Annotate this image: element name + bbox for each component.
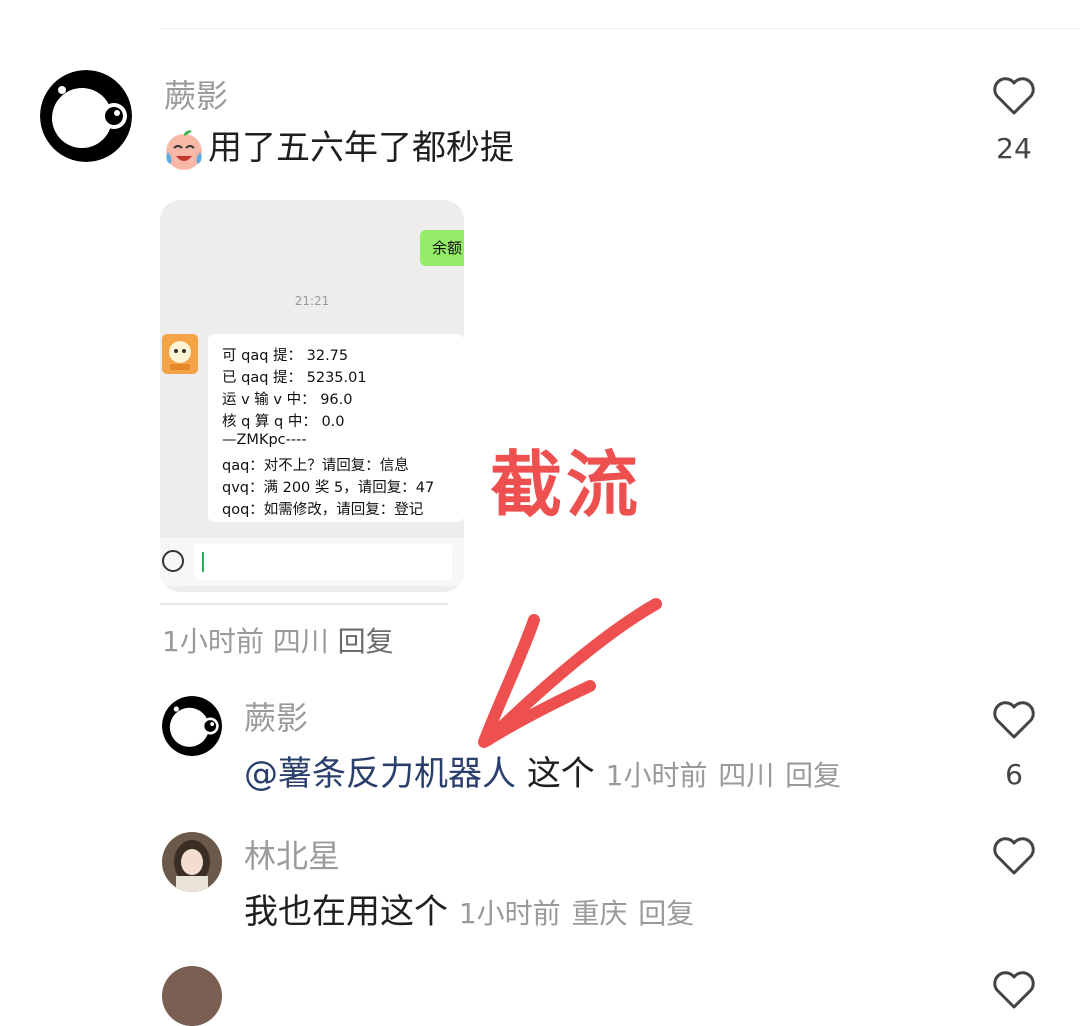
bot-message-line: —ZMKpc---- xyxy=(222,432,307,448)
comment-username[interactable]: 蕨影 xyxy=(244,698,308,738)
heart-outline-icon[interactable] xyxy=(992,76,1036,116)
bot-message-line: 可 qaq 提： 32.75 xyxy=(222,348,349,364)
comment-time: 1小时前 xyxy=(605,759,708,792)
bot-avatar xyxy=(162,334,198,374)
avatar[interactable] xyxy=(162,966,222,1026)
like-button[interactable] xyxy=(992,700,1036,740)
heart-outline-icon[interactable] xyxy=(992,970,1036,1010)
like-button[interactable] xyxy=(992,76,1036,116)
avatar[interactable] xyxy=(40,70,132,162)
text-cursor xyxy=(202,552,204,572)
chat-bubble-received: 可 qaq 提： 32.75 已 qaq 提： 5235.01 运 v 输 v … xyxy=(208,334,464,522)
chat-bubble-sent: 余额 xyxy=(420,230,464,266)
like-button[interactable] xyxy=(992,836,1036,876)
comment-location: 重庆 xyxy=(571,897,628,930)
comment-text-content: 这个 xyxy=(526,754,595,794)
bot-message-line: 已 qaq 提： 5235.01 xyxy=(222,370,367,386)
heart-outline-icon[interactable] xyxy=(992,836,1036,876)
chat-timestamp: 21:21 xyxy=(294,294,330,308)
reply-button[interactable]: 回复 xyxy=(338,625,394,658)
user-mention-link[interactable]: @薯条反力机器人 xyxy=(244,754,516,794)
like-count: 24 xyxy=(996,132,1032,165)
avatar[interactable] xyxy=(162,696,222,756)
bot-message-line: qoq：如需修改，请回复：登记 xyxy=(222,502,424,518)
comment-time: 1小时前 xyxy=(162,625,264,658)
reply-button[interactable]: 回复 xyxy=(638,897,694,930)
comment-location: 四川 xyxy=(718,759,775,792)
comment-text: @薯条反力机器人 这个 1小时前 四川 回复 xyxy=(244,752,841,798)
comment-meta: 1小时前 四川 回复 xyxy=(162,620,394,660)
comment-image[interactable]: 余额 21:21 可 qaq 提： 32.75 已 qaq 提： 5235.01… xyxy=(160,200,464,592)
image-divider xyxy=(160,603,448,605)
comment-text-content: 我也在用这个 xyxy=(244,892,448,932)
avatar[interactable] xyxy=(162,832,222,892)
like-count: 6 xyxy=(1005,758,1023,791)
bot-message-line: 运 v 输 v 中： 96.0 xyxy=(222,392,353,408)
comment-time: 1小时前 xyxy=(458,897,561,930)
comment-location: 四川 xyxy=(272,625,329,658)
chat-input-field xyxy=(194,544,452,580)
annotation-arrow-icon xyxy=(478,598,662,748)
crying-laughing-emoji-icon xyxy=(162,128,206,172)
comment-text: 我也在用这个 1小时前 重庆 回复 xyxy=(244,890,694,936)
top-divider xyxy=(160,28,1080,29)
comment-username[interactable]: 林北星 xyxy=(244,836,340,876)
chat-input-bar xyxy=(160,538,464,586)
bot-message-line: qaq：对不上？请回复：信息 xyxy=(222,458,409,474)
comment-text-content: 用了五六年了都秒提 xyxy=(208,128,514,168)
comment-username[interactable]: 蕨影 xyxy=(164,76,228,116)
reply-button[interactable]: 回复 xyxy=(785,759,841,792)
bot-message-line: 核 q 算 q 中： 0.0 xyxy=(222,414,345,430)
bot-message-line: qvq：满 200 奖 5，请回复：47 xyxy=(222,480,435,496)
annotation-label: 截流 xyxy=(490,443,643,527)
voice-input-icon xyxy=(162,550,184,572)
comment-text: 用了五六年了都秒提 xyxy=(162,126,514,172)
heart-outline-icon[interactable] xyxy=(992,700,1036,740)
like-button[interactable] xyxy=(992,970,1036,1010)
